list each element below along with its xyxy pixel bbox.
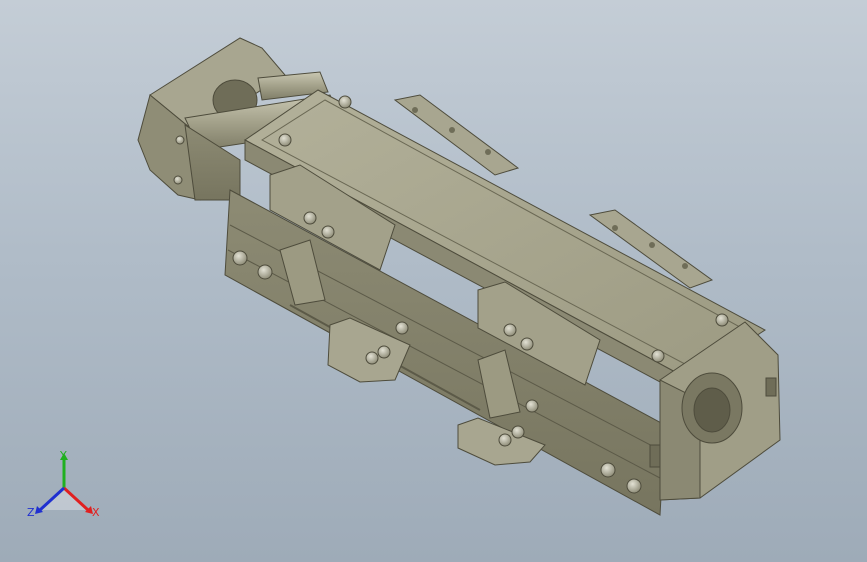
coordinate-triad: Y X Z xyxy=(27,449,100,519)
bolt-icon xyxy=(651,349,665,363)
bolt-icon xyxy=(715,313,729,327)
bolt-icon xyxy=(338,95,352,109)
bolt-icon xyxy=(600,462,616,478)
cad-model-actuator-assembly[interactable] xyxy=(0,0,867,562)
graphics-viewport[interactable]: Y X Z xyxy=(0,0,867,562)
bolt-icon xyxy=(278,133,292,147)
bolt-icon xyxy=(175,135,185,145)
bolt-icon xyxy=(173,175,183,185)
x-axis-label: X xyxy=(92,506,100,519)
z-axis-label: Z xyxy=(27,506,35,519)
y-axis-label: Y xyxy=(59,449,67,462)
triad-plane xyxy=(40,488,88,510)
bolt-icon xyxy=(626,478,642,494)
bolt-icon xyxy=(257,264,273,280)
bolt-icon xyxy=(232,250,248,266)
